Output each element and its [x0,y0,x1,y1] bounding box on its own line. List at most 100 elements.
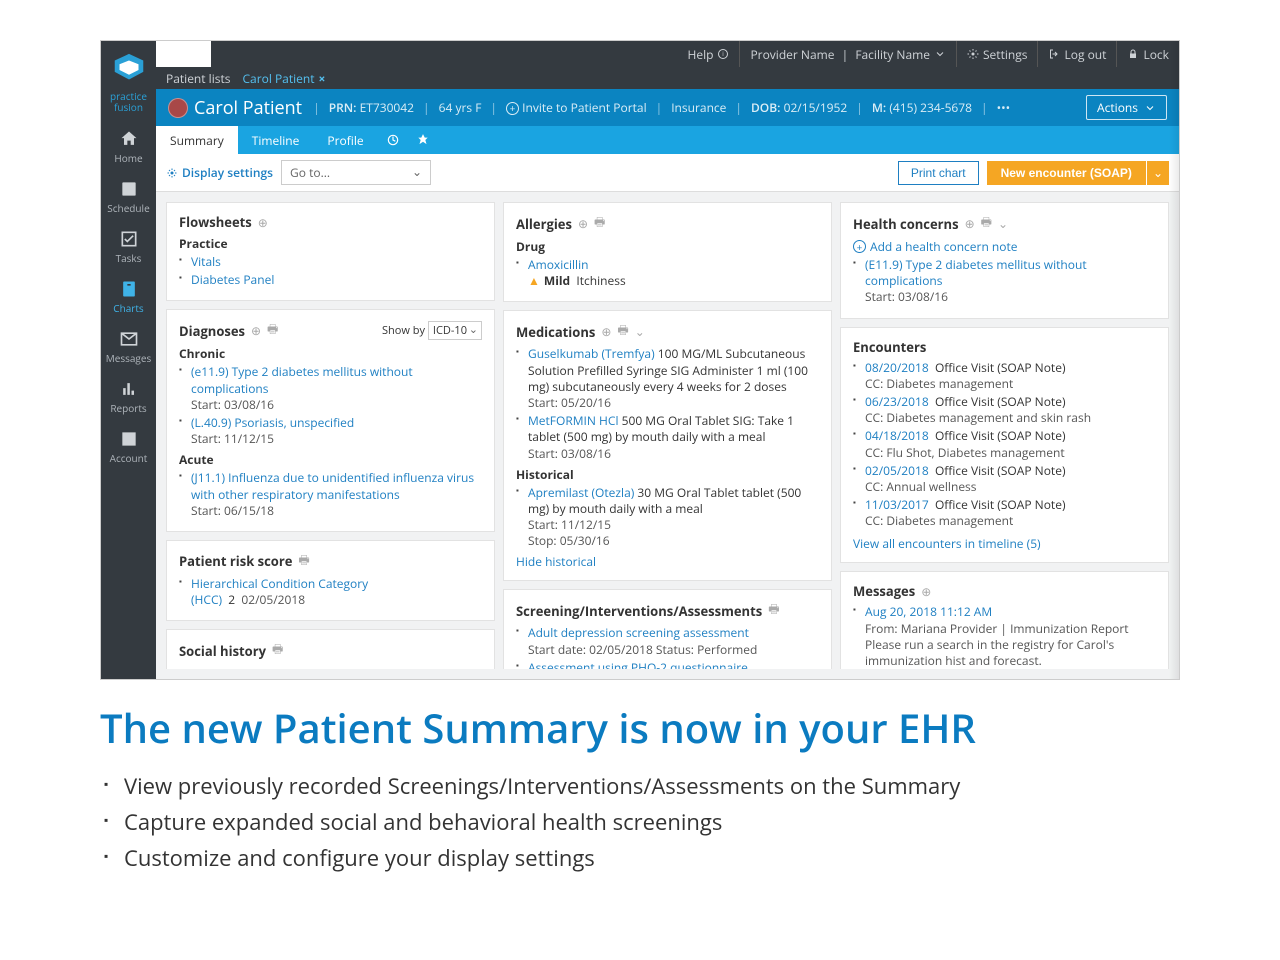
print-icon[interactable]: 🖶 [981,213,992,234]
flowsheet-link[interactable]: Diabetes Panel [191,271,274,288]
med-link[interactable]: MetFORMIN HCl [528,412,618,429]
print-icon[interactable]: 🖶 [298,551,309,572]
tab-history-icon[interactable] [378,126,408,154]
summary-columns: Flowsheets ⊕ Practice Vitals Diabetes Pa… [156,192,1179,679]
tab-profile[interactable]: Profile [313,126,377,154]
med-link[interactable]: Guselkumab (Tremfya) [528,345,655,362]
message-link[interactable]: Aug 20, 2018 11:12 AM [865,603,992,620]
ehr-app: practicefusion Home Schedule Tasks Chart… [100,40,1180,680]
svg-text:i: i [723,50,725,58]
chevron-down-icon [1144,102,1156,114]
print-icon[interactable]: 🖶 [617,321,628,342]
nav-home[interactable]: Home [101,123,156,171]
encounter-link[interactable]: 02/05/2018 [865,462,929,479]
print-icon[interactable]: 🖶 [768,600,779,621]
dx-link[interactable]: (J11.1) Influenza due to unidentified in… [191,469,474,502]
invite-link[interactable]: + Invite to Patient Portal [506,99,647,116]
lock-icon [1127,48,1139,60]
risk-card: Patient risk score 🖶 Hierarchical Condit… [166,540,495,621]
nav-charts[interactable]: Charts [101,273,156,321]
showby-select[interactable]: Show by ICD-10 [382,321,482,340]
new-encounter-caret[interactable]: ⌄ [1147,161,1169,185]
scrollbar[interactable] [1169,192,1179,679]
view-all-encounters-link[interactable]: View all encounters in timeline (5) [853,535,1156,552]
insurance-link[interactable]: Insurance [671,99,726,116]
social-card: Social history 🖶 Tobacco use ⊕ Non-smoke… [166,629,495,669]
print-icon[interactable]: 🖶 [594,213,605,234]
tab-summary[interactable]: Summary [156,126,238,154]
patient-tab[interactable]: Carol Patient × [242,70,325,87]
avatar [168,98,188,118]
encounter-link[interactable]: 08/20/2018 [865,359,929,376]
flowsheets-card: Flowsheets ⊕ Practice Vitals Diabetes Pa… [166,202,495,301]
topbar-context[interactable]: Provider Name | Facility Name [739,41,956,67]
screening-link[interactable]: Assessment using PHQ-2 questionnaire [528,659,748,669]
flowsheet-link[interactable]: Vitals [191,253,221,270]
med-link[interactable]: Apremilast (Otezla) [528,484,634,501]
dx-link[interactable]: (L.40.9) Psoriasis, unspecified [191,414,354,431]
age-sex: 64 yrs F [439,99,482,116]
content: Help i Provider Name | Facility Name Set… [156,41,1179,679]
new-encounter-button[interactable]: New encounter (SOAP) [987,161,1146,185]
topbar-help[interactable]: Help i [677,41,739,67]
actions-button[interactable]: Actions [1086,95,1167,120]
breadcrumb-bar: Patient lists Carol Patient × [156,67,1179,89]
nav-messages[interactable]: Messages [101,323,156,371]
add-icon[interactable]: ⊕ [578,215,588,232]
topbar: Help i Provider Name | Facility Name Set… [211,41,1179,67]
hide-historical-link[interactable]: Hide historical [516,553,819,570]
diagnoses-card: Diagnoses ⊕ 🖶 Show by ICD-10 Chronic (e1… [166,309,495,532]
marketing-bullet: Customize and configure your display set… [100,843,1220,873]
nav-schedule[interactable]: Schedule [101,173,156,221]
add-icon[interactable]: ⊕ [251,322,261,339]
add-icon[interactable]: ⊕ [258,214,268,231]
chevron-down-icon[interactable]: ⌄ [998,215,1008,232]
brand-text: practicefusion [110,91,147,113]
plus-circle-icon: + [506,102,519,115]
print-chart-button[interactable]: Print chart [898,161,979,185]
nav-account[interactable]: Account [101,423,156,471]
marketing-bullet: View previously recorded Screenings/Inte… [100,771,1220,801]
print-icon[interactable]: 🖶 [267,320,278,341]
topbar-logout[interactable]: Log out [1037,41,1116,67]
allergy-link[interactable]: Amoxicillin [528,256,588,273]
health-link[interactable]: (E11.9) Type 2 diabetes mellitus without… [865,256,1087,289]
logout-icon [1048,48,1060,60]
topbar-settings[interactable]: Settings [956,41,1038,67]
add-icon[interactable]: ⊕ [921,583,931,600]
screening-card: Screening/Interventions/Assessments 🖶 Ad… [503,589,832,669]
add-icon[interactable]: ⊕ [601,323,611,340]
more-menu[interactable]: ••• [997,99,1011,116]
view-tabs: Summary Timeline Profile [156,126,1179,154]
tab-pin-icon[interactable] [408,126,438,154]
marketing-headline: The new Patient Summary is now in your E… [100,700,1220,755]
close-icon[interactable]: × [319,70,326,87]
print-icon[interactable]: 🖶 [272,640,283,661]
goto-dropdown[interactable]: Go to... [281,160,431,185]
nav-tasks[interactable]: Tasks [101,223,156,271]
marketing-bullet: Capture expanded social and behavioral h… [100,807,1220,837]
encounter-link[interactable]: 06/23/2018 [865,393,929,410]
messages-card: Messages ⊕ Aug 20, 2018 11:12 AMFrom: Ma… [840,571,1169,669]
breadcrumb-root[interactable]: Patient lists [166,70,230,87]
health-concerns-card: Health concerns ⊕ 🖶 ⌄ +Add a health conc… [840,202,1169,319]
sidebar: practicefusion Home Schedule Tasks Chart… [101,41,156,679]
warning-icon: ▲ [528,272,540,289]
dx-link[interactable]: (e11.9) Type 2 diabetes mellitus without… [191,363,413,396]
encounter-link[interactable]: 11/03/2017 [865,496,929,513]
screening-link[interactable]: Adult depression screening assessment [528,624,749,641]
toolbar: Display settings Go to... Print chart Ne… [156,154,1179,192]
encounters-card: Encounters 08/20/2018 Office Visit (SOAP… [840,327,1169,564]
patient-name: Carol Patient [194,96,302,120]
nav-reports[interactable]: Reports [101,373,156,421]
add-icon[interactable]: ⊕ [965,215,975,232]
gear-icon [166,167,178,179]
chevron-down-icon[interactable]: ⌄ [635,323,645,340]
encounter-link[interactable]: 04/18/2018 [865,427,929,444]
add-icon[interactable]: ⊕ [255,665,265,669]
topbar-lock[interactable]: Lock [1116,41,1179,67]
add-health-concern-link[interactable]: +Add a health concern note [853,238,1156,255]
display-settings[interactable]: Display settings [166,164,273,181]
logo-icon [110,51,148,89]
tab-timeline[interactable]: Timeline [238,126,314,154]
